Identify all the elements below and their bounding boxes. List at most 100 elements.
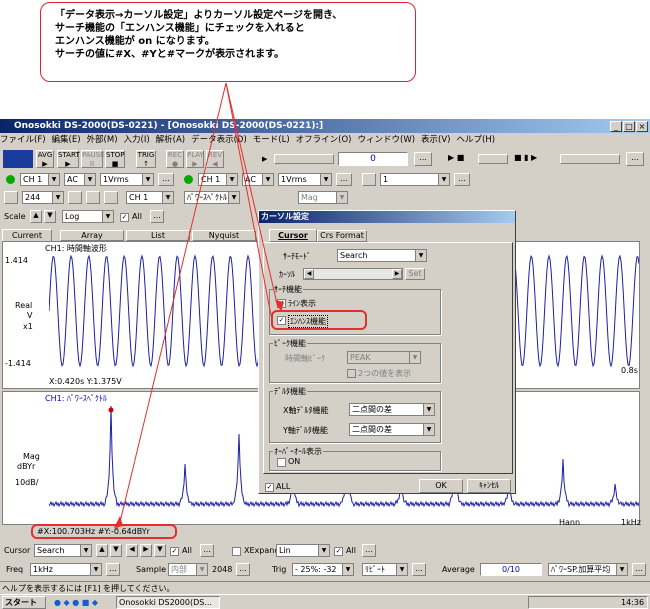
coupling-select[interactable]: AC [64, 173, 96, 186]
dialog-all-checkbox[interactable]: ✓ [265, 483, 274, 492]
trig-button[interactable]: TRIG ↑ [136, 150, 156, 168]
rec-button[interactable]: REC ● [166, 150, 184, 168]
mag-select[interactable]: Mag [298, 191, 348, 204]
lines-select[interactable]: 244 [22, 191, 64, 204]
scale-up-button[interactable]: ▲ [30, 210, 42, 223]
all-checkbox[interactable]: ✓ [120, 213, 129, 222]
menu-item[interactable]: ファイル(F) [0, 135, 46, 145]
play-button[interactable]: PLAY ▶ [186, 150, 204, 168]
menu-item[interactable]: 編集(E) [52, 135, 81, 145]
stop-button[interactable]: STOP ■ [105, 150, 125, 168]
sample-more-button[interactable]: ... [236, 563, 250, 576]
rev-button[interactable]: REV ◀ [206, 150, 224, 168]
minimize-button[interactable]: _ [610, 121, 622, 132]
range2-select[interactable]: 1Vrms [278, 173, 332, 186]
tab-cursor[interactable]: Cursor [269, 229, 317, 242]
page-icon[interactable] [86, 191, 100, 204]
level-slider[interactable] [560, 154, 620, 164]
func-ch-select[interactable]: CH 1 [126, 191, 174, 204]
slider-left-arrow[interactable]: ◀ [304, 269, 314, 279]
scale-more-button[interactable]: ... [150, 210, 164, 223]
trig-label: Trig [272, 565, 287, 574]
menu-item[interactable]: 外部(M) [87, 135, 118, 145]
sample-select[interactable]: 内部 [168, 563, 208, 576]
peak-select[interactable]: PEAK [347, 351, 421, 364]
xexpand-all-checkbox[interactable]: ✓ [334, 547, 343, 556]
cursor-right-button[interactable]: ▶ [140, 544, 152, 557]
search-mode-select[interactable]: Search [337, 249, 427, 262]
repeat-select[interactable]: ﾘﾋﾟｰﾄ [362, 563, 408, 576]
cursor-all-checkbox[interactable]: ✓ [170, 547, 179, 556]
scale-mode-select[interactable]: Log [62, 210, 114, 223]
cursor-mode-select[interactable]: Search [34, 544, 92, 557]
tab-array[interactable]: Array [60, 230, 124, 241]
freq-more-button[interactable]: ... [106, 563, 120, 576]
func-select[interactable]: ﾊﾟﾜｰｽﾍﾟｸﾄﾙ [184, 191, 240, 204]
cursor-reset-button[interactable]: ▼ [154, 544, 166, 557]
overall-on-checkbox[interactable] [277, 458, 286, 467]
range-more-button[interactable]: ... [158, 173, 174, 186]
menu-item[interactable]: ウィンドウ(W) [358, 135, 416, 145]
start-button[interactable]: スタート [2, 596, 46, 609]
average-more-button[interactable]: ... [632, 563, 646, 576]
avg-button[interactable]: AVG ▶ [36, 150, 54, 168]
media-controls[interactable]: ▶ ■ [448, 153, 464, 162]
play-small-icon[interactable]: ▶ [262, 155, 270, 163]
xexpand-checkbox[interactable] [232, 547, 241, 556]
ch-select[interactable]: CH 1 [20, 173, 60, 186]
cursor-up-button[interactable]: ▲ [96, 544, 108, 557]
quicklaunch-icons[interactable]: ● ◆ ● ■ ◆ [54, 598, 98, 607]
level-more-button[interactable]: ... [626, 152, 644, 166]
slider-right-arrow[interactable]: ▶ [392, 269, 402, 279]
cancel-button[interactable]: ｷｬﾝｾﾙ [467, 479, 511, 493]
menu-item[interactable]: データ表示(D) [191, 135, 247, 145]
two-values-checkbox[interactable] [347, 369, 356, 378]
close-button[interactable]: × [636, 121, 648, 132]
line-display-checkbox[interactable]: ✓ [277, 299, 286, 308]
cursor-position-slider[interactable]: ◀ ▶ [303, 268, 403, 280]
freq-select[interactable]: 1kHz [30, 563, 102, 576]
copy-icon[interactable] [104, 191, 118, 204]
coupling2-select[interactable]: AC [242, 173, 274, 186]
menu-item[interactable]: 解析(A) [156, 135, 185, 145]
ok-button[interactable]: OK [419, 479, 463, 493]
progress-slider[interactable] [274, 154, 334, 164]
tab-nyquist[interactable]: Nyquist [192, 230, 256, 241]
range2-more-button[interactable]: ... [336, 173, 352, 186]
save-icon[interactable] [4, 191, 18, 204]
tab-crs-format[interactable]: Crs Format [317, 230, 367, 242]
aux-more-button[interactable]: ... [454, 173, 470, 186]
task-button[interactable]: Onosokki DS2000(DS... [116, 596, 220, 609]
cursor-down-button[interactable]: ▼ [110, 544, 122, 557]
average-mode-select[interactable]: ﾊﾟﾜｰSP.加算平均 [548, 563, 628, 576]
cursor-more-button[interactable]: ... [200, 544, 214, 557]
y-delta-select[interactable]: 二点間の差 [349, 423, 435, 436]
trig-more-button[interactable]: ... [412, 563, 426, 576]
counter-more-button[interactable]: ... [414, 152, 432, 166]
set-button[interactable]: Set [405, 268, 425, 280]
menu-item[interactable]: 表示(V) [421, 135, 450, 145]
ch2-select[interactable]: CH 1 [198, 173, 238, 186]
range-select[interactable]: 1Vrms [100, 173, 154, 186]
menu-item[interactable]: 入力(I) [124, 135, 150, 145]
arrow-icon[interactable] [68, 191, 82, 204]
menu-item[interactable]: オフライン(O) [296, 135, 352, 145]
tab-list[interactable]: List [126, 230, 190, 241]
xexpand-select[interactable]: Lin [276, 544, 330, 557]
menu-item[interactable]: モード(L) [253, 135, 290, 145]
maximize-button[interactable]: □ [623, 121, 635, 132]
cursor-left-button[interactable]: ◀ [126, 544, 138, 557]
aux-controls[interactable]: ■ ▮ ▶ [514, 153, 537, 162]
callout-line: エンハンス機能が on になります。 [55, 36, 215, 47]
aux-ch-select[interactable]: 1 [380, 173, 450, 186]
menu-item[interactable]: ヘルプ(H) [457, 135, 496, 145]
aux-slider[interactable] [478, 154, 508, 164]
trig-select[interactable]: - 25%: -32 [292, 563, 354, 576]
x-delta-select[interactable]: 二点間の差 [349, 403, 435, 416]
pause-button[interactable]: PAUSE II [81, 150, 105, 168]
xexpand-more-button[interactable]: ... [362, 544, 376, 557]
enhance-checkbox[interactable]: ✓ [277, 316, 286, 325]
start-button[interactable]: START ▶ [57, 150, 80, 168]
disk-icon[interactable] [362, 173, 376, 186]
scale-down-button[interactable]: ▼ [44, 210, 56, 223]
